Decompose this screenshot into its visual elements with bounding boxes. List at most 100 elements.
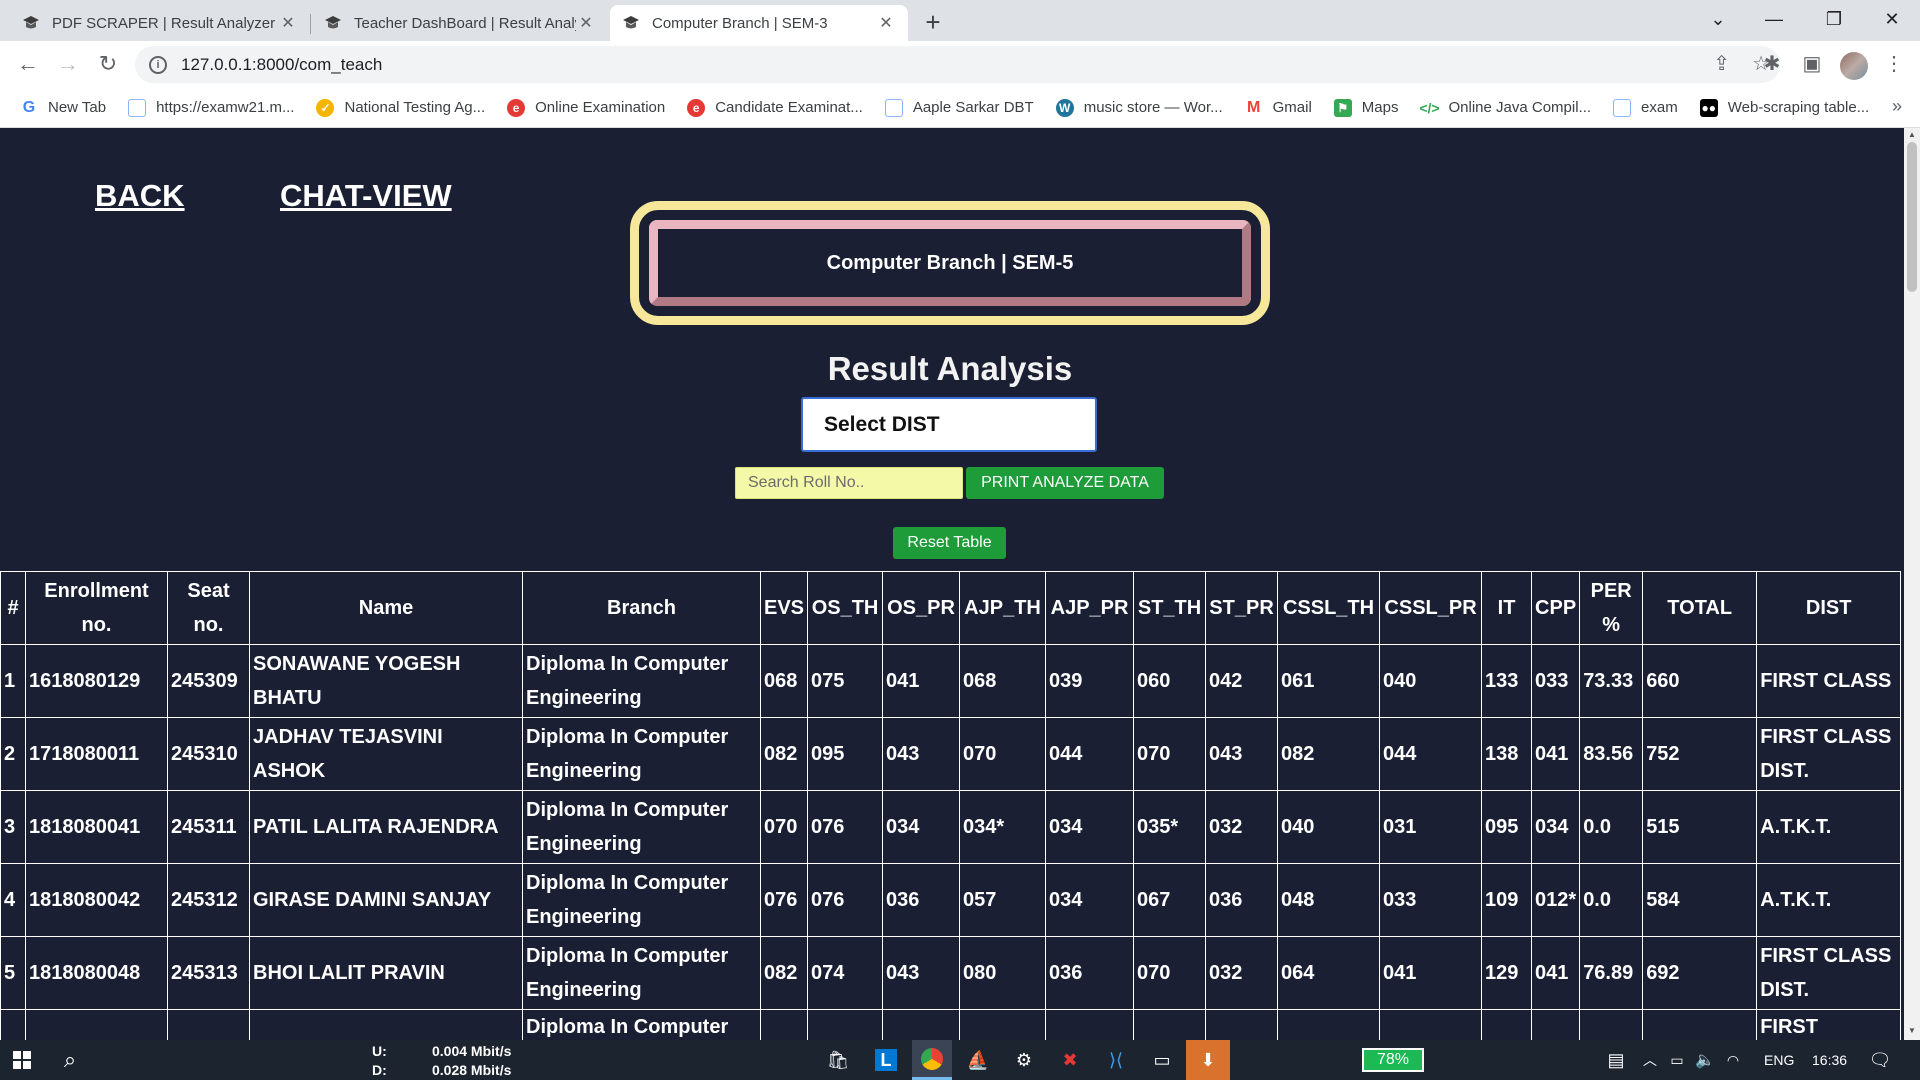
table-row: 5 1818080048 245313 BHOI LALIT PRAVIN Diplom… bbox=[0, 936, 1902, 1010]
bookmark-item[interactable]: e Candidate Examinat... bbox=[687, 98, 863, 117]
windows-taskbar: ⌕ U: 0.004 Mbit/s D: 0.028 Mbit/s 🛍 L ⛵ … bbox=[0, 1040, 1920, 1080]
bookmark-item[interactable]: ⚑ Maps bbox=[1333, 98, 1398, 117]
bookmark-item[interactable]: Aaple Sarkar DBT bbox=[884, 98, 1034, 117]
app-icon[interactable]: ⛵ bbox=[958, 1040, 998, 1080]
table-cell: 043 bbox=[882, 936, 961, 1010]
close-icon[interactable]: ✕ bbox=[876, 13, 896, 33]
table-cell: FIRST bbox=[1756, 1009, 1902, 1040]
restore-icon[interactable]: ❐ bbox=[1806, 0, 1862, 41]
chevron-up-icon[interactable]: ︿ bbox=[1638, 1040, 1662, 1080]
bookmark-item[interactable]: ✓ National Testing Ag... bbox=[316, 98, 486, 117]
terminal-icon[interactable]: ▭ bbox=[1142, 1040, 1182, 1080]
chevron-right-icon[interactable]: » bbox=[1892, 96, 1902, 117]
table-cell: 752 bbox=[1642, 717, 1758, 791]
table-cell: 082 bbox=[759, 717, 809, 791]
table-row: 2 1718080011 245310 JADHAV TEJASVINI ASHOK D… bbox=[0, 717, 1902, 791]
share-icon[interactable]: ⇪ bbox=[1713, 51, 1730, 76]
chrome-icon[interactable] bbox=[912, 1040, 952, 1080]
table-cell: Diploma In Computer Engineering bbox=[522, 936, 761, 1010]
menu-icon[interactable]: ⋮ bbox=[1880, 51, 1908, 79]
app-red-icon[interactable]: ✖ bbox=[1050, 1040, 1090, 1080]
search-roll-input[interactable]: Search Roll No.. bbox=[735, 467, 963, 499]
table-cell: 068 bbox=[759, 644, 809, 718]
scroll-down-icon[interactable]: ▼ bbox=[1907, 1026, 1917, 1035]
table-cell: 067 bbox=[1133, 863, 1207, 937]
news-icon[interactable]: ▤ bbox=[1598, 1040, 1634, 1080]
tab-search-icon[interactable]: ⌄ bbox=[1690, 0, 1746, 41]
volume-icon[interactable]: 🔈 bbox=[1692, 1040, 1718, 1080]
side-panel-icon[interactable]: ▣ bbox=[1798, 51, 1826, 79]
reset-table-button[interactable]: Reset Table bbox=[893, 527, 1006, 559]
medium-icon: ●● bbox=[1699, 98, 1718, 117]
dist-select[interactable]: Select DIST bbox=[801, 397, 1097, 452]
battery-icon[interactable]: ▭ bbox=[1664, 1040, 1690, 1080]
settings-icon[interactable]: ⚙ bbox=[1004, 1040, 1044, 1080]
scrollbar-thumb[interactable] bbox=[1907, 142, 1917, 292]
bookmark-item[interactable]: </> Online Java Compil... bbox=[1419, 99, 1591, 117]
table-cell: 1718080011 bbox=[25, 717, 168, 791]
column-header: TOTAL bbox=[1642, 571, 1758, 645]
page-scrollbar[interactable]: ▲ ▼ bbox=[1904, 128, 1920, 1040]
extensions-icon[interactable]: ✱ bbox=[1758, 51, 1786, 79]
battery-indicator[interactable]: 78% bbox=[1362, 1048, 1424, 1072]
table-cell: 245311 bbox=[167, 790, 250, 864]
store-icon[interactable]: 🛍 bbox=[818, 1040, 858, 1080]
close-icon[interactable]: ✕ bbox=[576, 13, 596, 33]
app-orange-icon[interactable]: ⬇ bbox=[1186, 1040, 1230, 1080]
search-icon[interactable]: ⌕ bbox=[48, 1040, 92, 1080]
table-cell bbox=[807, 1009, 884, 1040]
browser-tab[interactable]: PDF SCRAPER | Result Analyzer S ✕ bbox=[10, 5, 310, 41]
window-close-icon[interactable]: ✕ bbox=[1864, 0, 1920, 41]
new-tab-button[interactable]: + bbox=[918, 8, 948, 38]
vscode-icon[interactable]: ⟩⟨ bbox=[1096, 1040, 1136, 1080]
table-cell: 034* bbox=[959, 790, 1047, 864]
table-cell: 044 bbox=[1379, 717, 1483, 791]
url-text[interactable]: 127.0.0.1:8000/com_teach bbox=[181, 55, 382, 75]
clock[interactable]: 16:36 bbox=[1812, 1040, 1847, 1080]
windows-start-icon[interactable] bbox=[0, 1040, 44, 1080]
minimize-icon[interactable]: — bbox=[1746, 0, 1802, 41]
table-row: Diploma In Computer FIRST bbox=[0, 1009, 1902, 1040]
table-cell: 036 bbox=[1205, 863, 1279, 937]
bookmark-item[interactable]: e Online Examination bbox=[507, 98, 665, 117]
address-bar[interactable]: i 127.0.0.1:8000/com_teach ⇪ ☆ bbox=[135, 46, 1780, 83]
table-cell: 041 bbox=[1531, 936, 1581, 1010]
app-l-icon[interactable]: L bbox=[866, 1040, 906, 1080]
table-cell: 034 bbox=[1045, 790, 1135, 864]
table-cell: 032 bbox=[1205, 936, 1279, 1010]
language-indicator[interactable]: ENG bbox=[1764, 1040, 1794, 1080]
bookmark-item[interactable]: G New Tab bbox=[20, 99, 106, 117]
browser-tab-active[interactable]: Computer Branch | SEM-3 ✕ bbox=[610, 5, 908, 41]
tab-title: Computer Branch | SEM-3 bbox=[652, 14, 828, 32]
bookmark-item[interactable]: https://examw21.m... bbox=[128, 98, 294, 117]
scroll-up-icon[interactable]: ▲ bbox=[1907, 130, 1917, 139]
table-cell: A.T.K.T. bbox=[1756, 863, 1902, 937]
table-cell: 070 bbox=[1133, 936, 1207, 1010]
notifications-icon[interactable]: 🗨 bbox=[1862, 1040, 1898, 1080]
browser-tab[interactable]: Teacher DashBoard | Result Analy ✕ bbox=[312, 5, 608, 41]
table-cell: 075 bbox=[807, 644, 884, 718]
back-link[interactable]: BACK bbox=[95, 178, 185, 214]
bookmark-label: New Tab bbox=[48, 99, 107, 116]
close-icon[interactable]: ✕ bbox=[278, 13, 298, 33]
bookmark-item[interactable]: M Gmail bbox=[1245, 99, 1312, 117]
tab-title: PDF SCRAPER | Result Analyzer S bbox=[52, 14, 278, 32]
print-analyze-button[interactable]: PRINT ANALYZE DATA bbox=[966, 467, 1164, 499]
column-header: Seat no. bbox=[167, 571, 250, 645]
chat-view-link[interactable]: CHAT-VIEW bbox=[280, 178, 452, 214]
bookmark-item[interactable]: ●● Web-scraping table... bbox=[1699, 98, 1869, 117]
exam-icon: e bbox=[687, 98, 706, 117]
table-cell: 033 bbox=[1531, 644, 1581, 718]
table-cell bbox=[1579, 1009, 1644, 1040]
bookmark-item[interactable]: Wmusic store — Wor... bbox=[1055, 98, 1223, 117]
forward-arrow-icon[interactable]: → bbox=[52, 49, 84, 81]
info-icon[interactable]: i bbox=[149, 55, 167, 74]
avatar[interactable] bbox=[1840, 52, 1868, 80]
bookmark-item[interactable]: exam bbox=[1613, 98, 1678, 117]
reload-icon[interactable]: ↻ bbox=[92, 49, 124, 81]
back-arrow-icon[interactable]: ← bbox=[12, 49, 44, 81]
table-cell: 2 bbox=[0, 717, 26, 791]
wifi-icon[interactable]: ◠ bbox=[1720, 1040, 1746, 1080]
table-cell: 109 bbox=[1481, 863, 1533, 937]
bookmark-label: National Testing Ag... bbox=[344, 99, 486, 116]
